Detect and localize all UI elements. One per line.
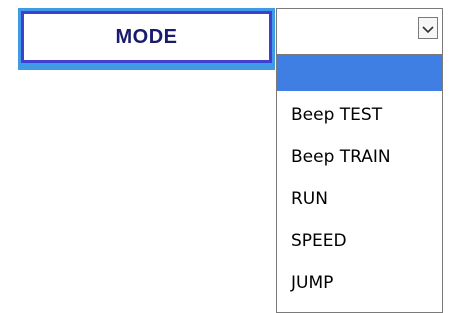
dropdown-list: Beep TEST Beep TRAIN RUN SPEED JUMP bbox=[276, 55, 443, 313]
option-jump[interactable]: JUMP bbox=[277, 265, 442, 301]
option-beep-train[interactable]: Beep TRAIN bbox=[277, 139, 442, 175]
mode-label: MODE bbox=[115, 25, 178, 48]
option-run[interactable]: RUN bbox=[277, 181, 442, 217]
option-speed[interactable]: SPEED bbox=[277, 223, 442, 259]
option-beep-test[interactable]: Beep TEST bbox=[277, 97, 442, 133]
dropdown-toggle-button[interactable] bbox=[418, 17, 438, 39]
chevron-down-icon bbox=[422, 19, 434, 38]
option-blank[interactable] bbox=[277, 55, 442, 91]
mode-selector-panel: MODE Beep TEST Beep TRAIN RUN SPEED JUMP bbox=[0, 0, 461, 313]
mode-button[interactable]: MODE bbox=[21, 11, 272, 63]
mode-select[interactable] bbox=[276, 8, 443, 55]
